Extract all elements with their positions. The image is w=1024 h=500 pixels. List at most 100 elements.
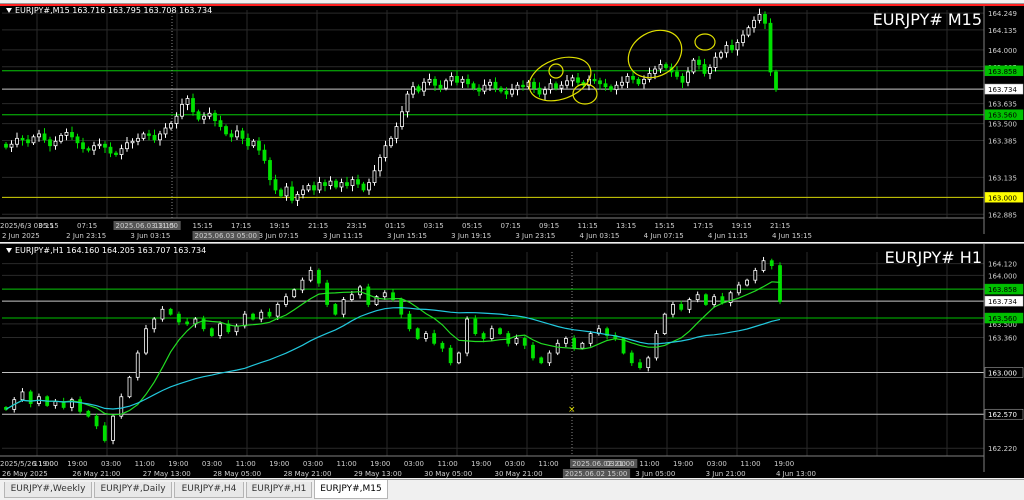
- candle-body: [466, 78, 470, 85]
- candle-body: [473, 318, 478, 335]
- candle-body: [185, 321, 190, 325]
- candle-body: [251, 313, 255, 320]
- candle-body: [399, 299, 404, 315]
- h1-chart-svg[interactable]: 164.120164.000163.858163.734163.560163.5…: [0, 244, 1024, 478]
- candle-body: [489, 328, 494, 339]
- candle-body: [691, 59, 696, 73]
- candle-body: [78, 399, 83, 412]
- x-axis-label-secondary: 4 Jun 03:15: [580, 232, 620, 240]
- candle-body: [761, 260, 766, 271]
- candle-body: [356, 179, 360, 185]
- candle-body: [703, 294, 708, 305]
- dropdown-triangle-icon[interactable]: [6, 8, 12, 13]
- candle-body: [769, 260, 774, 266]
- tab-daily[interactable]: EURJPY#,Daily: [94, 482, 172, 498]
- x-axis-label: 03:15: [424, 222, 444, 230]
- candle-body: [345, 182, 349, 186]
- candle-body: [127, 376, 132, 398]
- tab-m15[interactable]: EURJPY#,M15: [314, 480, 388, 499]
- x-axis-label: 19:00: [774, 460, 794, 468]
- candle-body: [147, 133, 151, 136]
- candle-body: [251, 140, 256, 147]
- candle-body: [53, 140, 58, 147]
- candle-body: [636, 78, 641, 85]
- candle-body: [64, 132, 69, 136]
- candle-body: [300, 279, 305, 291]
- x-axis-label-secondary: 3 Jun 11:15: [323, 232, 363, 240]
- candle-body: [136, 137, 140, 142]
- price-level-value: 163.000: [988, 369, 1017, 377]
- candle-body: [415, 328, 420, 339]
- candle-body: [218, 120, 223, 127]
- candle-body: [207, 112, 212, 117]
- x-axis-label: 07:15: [77, 222, 97, 230]
- x-axis-label: 05:15: [462, 222, 482, 230]
- candle-body: [202, 115, 206, 120]
- candle-body: [152, 134, 157, 141]
- tab-weekly[interactable]: EURJPY#,Weekly: [4, 482, 92, 498]
- candle-body: [741, 34, 745, 43]
- y-axis-label: 163.135: [988, 174, 1017, 182]
- x-axis-label-secondary: 27 May 13:00: [143, 470, 191, 478]
- price-level-value: 163.858: [988, 286, 1017, 294]
- candle-body: [477, 87, 481, 92]
- candle-body: [427, 78, 432, 83]
- m15-chart-svg[interactable]: 164.249164.135164.000163.885163.858163.7…: [0, 4, 1024, 242]
- candle-body: [246, 137, 250, 147]
- candle-body: [768, 22, 773, 73]
- candle-body: [531, 344, 535, 359]
- x-axis-label-secondary: 3 Jun 23:15: [515, 232, 555, 240]
- candle-body: [163, 127, 168, 135]
- candle-body: [218, 323, 222, 336]
- candle-body: [339, 182, 344, 188]
- x-axis-label-secondary: 2 Jun 2025: [2, 232, 40, 240]
- candle-body: [471, 83, 476, 89]
- candle-body: [31, 136, 36, 144]
- candle-body: [565, 80, 569, 86]
- candle-body: [719, 52, 723, 58]
- x-axis-label: 11:00: [337, 460, 357, 468]
- x-axis-label: 19:00: [269, 460, 289, 468]
- chart-pane-h1[interactable]: 164.120164.000163.858163.734163.560163.5…: [0, 243, 1024, 478]
- candle-body: [537, 87, 542, 95]
- candle-body: [752, 19, 756, 29]
- x-axis-label: 03:00: [101, 460, 121, 468]
- x-axis-label: 11:00: [437, 460, 457, 468]
- candle-body: [130, 140, 135, 144]
- candle-body: [37, 133, 41, 138]
- candle-body: [4, 143, 8, 148]
- x-axis-label: 19:00: [471, 460, 491, 468]
- candle-body: [555, 342, 560, 354]
- candle-body: [592, 78, 597, 82]
- tab-h4[interactable]: EURJPY#,H4: [174, 482, 244, 498]
- candle-body: [686, 71, 690, 83]
- y-axis-label: 162.220: [988, 445, 1017, 453]
- candle-body: [510, 89, 514, 95]
- candle-body: [224, 126, 228, 135]
- candle-body: [658, 64, 663, 70]
- candle-body: [554, 83, 558, 89]
- candle-body: [736, 284, 741, 294]
- price-level-value: 162.570: [988, 411, 1017, 419]
- candle-body: [367, 182, 371, 191]
- candle-body: [160, 308, 165, 320]
- x-axis-label-secondary: 3 Jun 03:15: [130, 232, 170, 240]
- candle-body: [312, 185, 316, 191]
- tab-h1[interactable]: EURJPY#,H1: [246, 482, 312, 498]
- x-axis-label: 17:15: [231, 222, 251, 230]
- candle-body: [290, 186, 294, 201]
- y-axis-label: 163.500: [988, 121, 1017, 129]
- dropdown-triangle-icon[interactable]: [6, 248, 12, 253]
- candle-body: [631, 75, 635, 80]
- candle-body: [125, 142, 129, 150]
- candle-body: [42, 133, 47, 141]
- candle-body: [174, 115, 179, 124]
- candle-body: [646, 357, 651, 368]
- candle-body: [191, 98, 195, 113]
- chart-pane-m15[interactable]: 164.249164.135164.000163.885163.858163.7…: [0, 3, 1024, 242]
- x-axis-label: 17:15: [693, 222, 713, 230]
- candle-body: [572, 338, 577, 349]
- candle-body: [713, 56, 718, 68]
- x-axis-label: 11:15: [578, 222, 598, 230]
- candle-body: [625, 75, 630, 83]
